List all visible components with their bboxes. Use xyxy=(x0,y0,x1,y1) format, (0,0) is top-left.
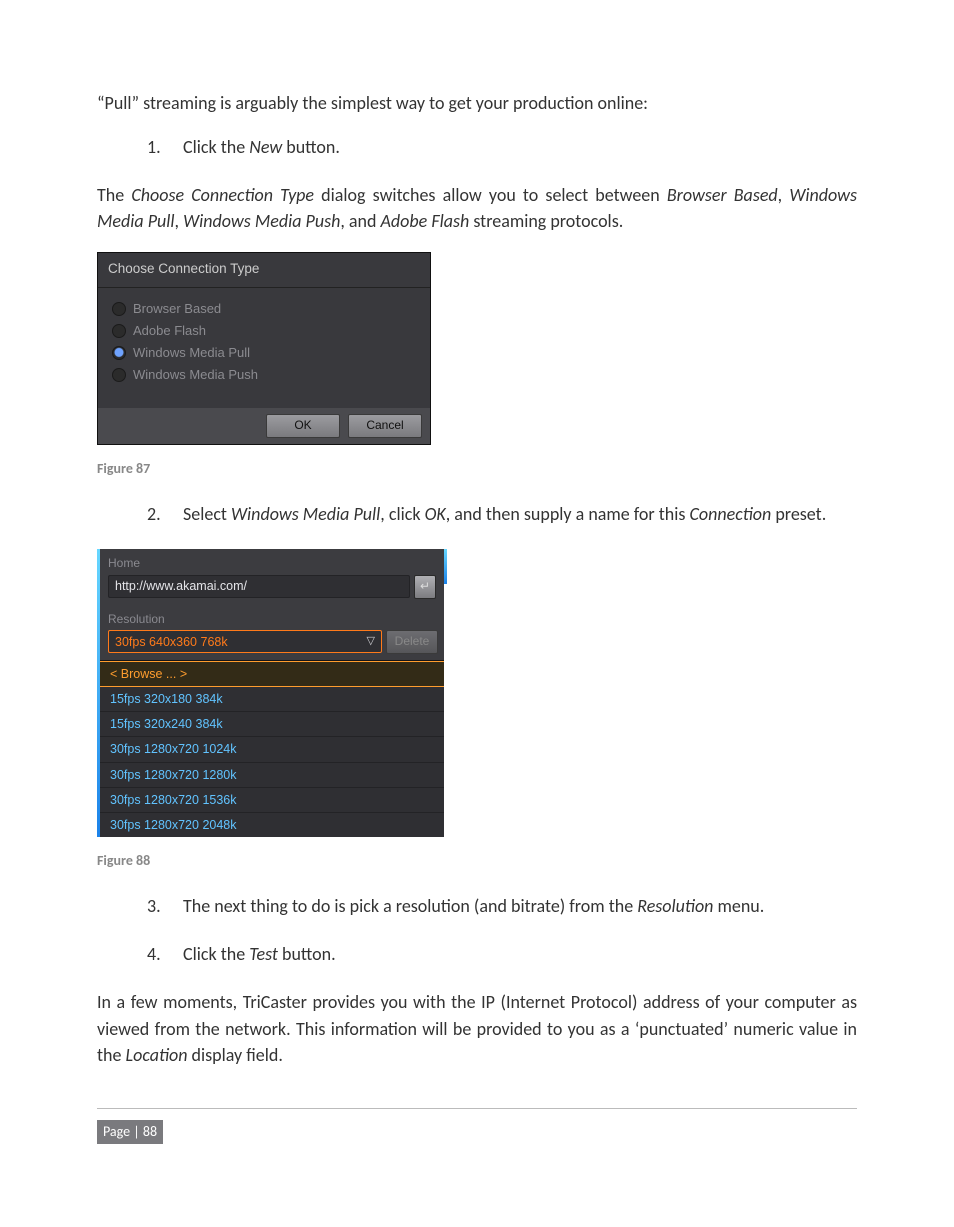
enter-button[interactable]: ↵ xyxy=(414,575,436,599)
radio-label: Windows Media Pull xyxy=(133,344,250,363)
figure-caption-87: Figure 87 xyxy=(97,459,857,479)
list-text: Click the xyxy=(183,136,249,158)
page-number: Page | 88 xyxy=(97,1120,163,1144)
t: menu. xyxy=(713,895,764,917)
paragraph-choose-conn: The Choose Connection Type dialog switch… xyxy=(97,182,857,234)
ui-ref: Resolution xyxy=(637,895,713,917)
resolution-option[interactable]: 30fps 1280x720 2048k xyxy=(100,813,444,837)
radio-browser-based[interactable]: Browser Based xyxy=(112,298,416,320)
home-url-input[interactable]: http://www.akamai.com/ xyxy=(108,575,410,598)
paragraph-ip: In a few moments, TriCaster provides you… xyxy=(97,989,857,1067)
delete-button[interactable]: Delete xyxy=(386,630,438,654)
radio-off-icon xyxy=(112,324,126,338)
figure-caption-88: Figure 88 xyxy=(97,851,857,871)
t: In a few moments, TriCaster provides you… xyxy=(97,991,764,1013)
footer-rule xyxy=(97,1108,857,1109)
resolution-value: 30fps 640x360 768k xyxy=(115,633,228,651)
resolution-option[interactable]: 30fps 1280x720 1024k xyxy=(100,737,444,762)
radio-on-icon xyxy=(112,346,126,360)
list-text: button. xyxy=(282,136,340,158)
t: Click the xyxy=(183,943,249,965)
home-label: Home xyxy=(100,549,444,574)
ui-ref: Browser Based xyxy=(667,184,778,206)
t: , click xyxy=(380,503,424,525)
t: The next thing to do is pick a resolutio… xyxy=(183,895,637,917)
t: , xyxy=(778,184,790,206)
resolution-option[interactable]: 15fps 320x180 384k xyxy=(100,687,444,712)
list-num: 4. xyxy=(147,941,161,967)
ui-ref: Location xyxy=(126,1044,188,1066)
ok-button[interactable]: OK xyxy=(266,414,340,438)
list-item-4: 4. Click the Test button. xyxy=(147,941,857,967)
radio-windows-media-pull[interactable]: Windows Media Pull xyxy=(112,342,416,364)
list-item-1: 1. Click the New button. xyxy=(147,134,857,160)
list-item-3: 3. The next thing to do is pick a resolu… xyxy=(147,893,857,919)
t: streaming protocols. xyxy=(469,210,623,232)
t: dialog switches allow you to select betw… xyxy=(314,184,667,206)
resolution-label: Resolution xyxy=(100,605,444,630)
list-num: 1. xyxy=(147,134,161,160)
ui-ref: Windows Media Push xyxy=(183,210,340,232)
ui-ref: OK xyxy=(425,503,446,525)
resolution-option[interactable]: 30fps 1280x720 1280k xyxy=(100,763,444,788)
t: , and xyxy=(340,210,380,232)
list-num: 3. xyxy=(147,893,161,919)
ui-ref: Test xyxy=(249,943,278,965)
radio-off-icon xyxy=(112,368,126,382)
resolution-input[interactable]: 30fps 640x360 768k ▽ xyxy=(108,630,382,653)
ui-ref: Adobe Flash xyxy=(381,210,470,232)
t: , and then supply a name for this xyxy=(446,503,690,525)
t: preset. xyxy=(771,503,826,525)
resolution-option[interactable]: 15fps 320x240 384k xyxy=(100,712,444,737)
radio-windows-media-push[interactable]: Windows Media Push xyxy=(112,364,416,386)
radio-adobe-flash[interactable]: Adobe Flash xyxy=(112,320,416,342)
ui-ref-new: New xyxy=(249,136,282,158)
dialog-title: Choose Connection Type xyxy=(98,253,430,288)
return-icon: ↵ xyxy=(420,578,430,595)
cancel-button[interactable]: Cancel xyxy=(348,414,422,438)
radio-label: Windows Media Push xyxy=(133,366,258,385)
radio-off-icon xyxy=(112,302,126,316)
ui-ref: Choose Connection Type xyxy=(131,184,314,206)
dropdown-icon: ▽ xyxy=(367,634,375,650)
ui-ref: Connection xyxy=(689,503,771,525)
ui-ref: Windows Media Pull xyxy=(231,503,380,525)
radio-label: Browser Based xyxy=(133,300,221,319)
resolution-option[interactable]: 30fps 1280x720 1536k xyxy=(100,788,444,813)
t: display field. xyxy=(187,1044,282,1066)
t: , xyxy=(175,210,184,232)
t: button. xyxy=(278,943,336,965)
list-num: 2. xyxy=(147,501,161,527)
resolution-panel: Home http://www.akamai.com/ ↵ Resolution… xyxy=(97,549,447,837)
radio-label: Adobe Flash xyxy=(133,322,206,341)
paragraph-intro: “Pull” streaming is arguably the simples… xyxy=(97,90,857,116)
t: Select xyxy=(183,503,231,525)
browse-option[interactable]: < Browse ... > xyxy=(100,661,444,687)
list-item-2: 2. Select Windows Media Pull, click OK, … xyxy=(147,501,857,527)
t: The xyxy=(97,184,131,206)
choose-connection-type-dialog: Choose Connection Type Browser Based Ado… xyxy=(97,252,431,445)
